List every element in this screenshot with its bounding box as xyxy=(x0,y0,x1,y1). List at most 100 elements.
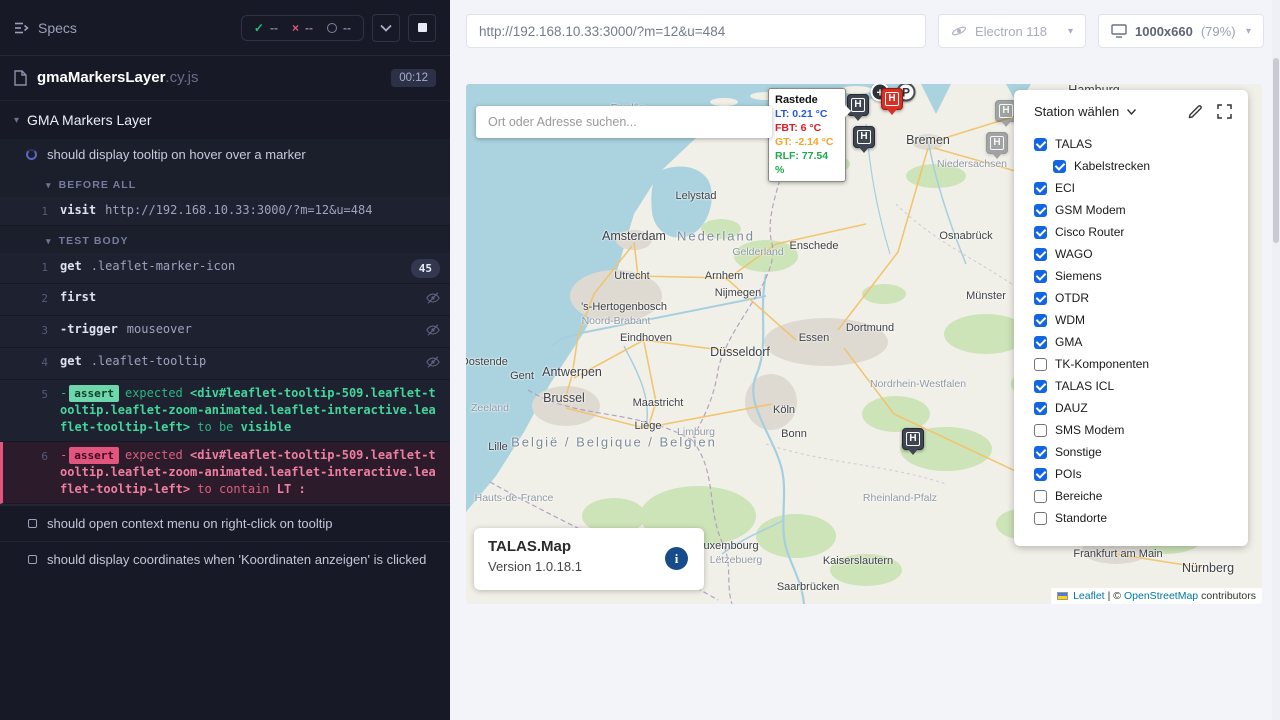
command-trigger[interactable]: 3-triggermouseover xyxy=(0,316,450,348)
layer-checkbox-wdm[interactable]: WDM xyxy=(1014,309,1248,331)
info-button[interactable]: i xyxy=(665,547,688,570)
checkbox-unchecked-icon[interactable] xyxy=(1034,358,1047,371)
layer-checkbox-bereiche[interactable]: Bereiche xyxy=(1014,485,1248,507)
checkbox-checked-icon[interactable] xyxy=(1034,402,1047,415)
checkbox-checked-icon[interactable] xyxy=(1034,226,1047,239)
layer-label: Bereiche xyxy=(1055,489,1102,503)
station-select[interactable]: Station wählen xyxy=(1034,104,1136,119)
page-scrollbar[interactable] xyxy=(1272,0,1280,720)
layer-checkbox-dauz[interactable]: DAUZ xyxy=(1014,397,1248,419)
map-info-card: TALAS.Map Version 1.0.18.1 i xyxy=(474,528,704,590)
layer-checkbox-kabelstrecken[interactable]: Kabelstrecken xyxy=(1014,155,1248,177)
checkbox-checked-icon[interactable] xyxy=(1034,270,1047,283)
spec-header[interactable]: gmaMarkersLayer.cy.js 00:12 xyxy=(0,56,450,101)
checkbox-unchecked-icon[interactable] xyxy=(1034,512,1047,525)
command-args: .leaflet-marker-icon xyxy=(91,259,236,273)
leaflet-link[interactable]: Leaflet xyxy=(1073,590,1105,602)
checkbox-checked-icon[interactable] xyxy=(1034,446,1047,459)
command-first[interactable]: 2first xyxy=(0,284,450,316)
layer-checkbox-siemens[interactable]: Siemens xyxy=(1014,265,1248,287)
command-number: 6 xyxy=(30,447,60,465)
command-number: 1 xyxy=(30,202,60,220)
specs-menu-button[interactable]: Specs xyxy=(14,20,77,36)
test-active[interactable]: should display tooltip on hover over a m… xyxy=(0,139,450,170)
collapse-all-button[interactable] xyxy=(372,14,400,42)
url-bar[interactable] xyxy=(466,14,926,48)
edit-pencil-icon[interactable] xyxy=(1188,104,1203,119)
layer-checkbox-talas[interactable]: TALAS xyxy=(1014,133,1248,155)
command-content: -triggermouseover xyxy=(60,321,426,338)
layer-checkbox-eci[interactable]: ECI xyxy=(1014,177,1248,199)
checkbox-checked-icon[interactable] xyxy=(1034,182,1047,195)
layer-checkbox-wago[interactable]: WAGO xyxy=(1014,243,1248,265)
command-get[interactable]: 4get.leaflet-tooltip xyxy=(0,348,450,380)
station-marker[interactable]: H xyxy=(986,132,1008,154)
station-marker[interactable]: H xyxy=(853,126,875,148)
layer-checkbox-tk-komponenten[interactable]: TK-Komponenten xyxy=(1014,353,1248,375)
chevron-down-icon xyxy=(380,24,392,32)
chevron-down-icon: ▾ xyxy=(14,115,19,126)
command-get[interactable]: 1get.leaflet-marker-icon45 xyxy=(0,253,450,284)
checkbox-checked-icon[interactable] xyxy=(1034,292,1047,305)
fullscreen-expand-icon[interactable] xyxy=(1217,104,1232,119)
test-pending[interactable]: should open context menu on right-click … xyxy=(0,505,450,541)
viewport-zoom: (79%) xyxy=(1201,24,1236,39)
viewport-control[interactable]: 1000x660 (79%) ▾ xyxy=(1098,14,1264,48)
checkbox-unchecked-icon[interactable] xyxy=(1034,424,1047,437)
map-canvas[interactable]: HamburgBremenGroningenFryslânNiedersachs… xyxy=(466,84,1262,604)
stat-failed: ×-- xyxy=(292,21,313,35)
stop-run-button[interactable] xyxy=(408,14,436,42)
command-content: visithttp://192.168.10.33:3000/?m=12&u=4… xyxy=(60,202,440,219)
layer-checkbox-sonstige[interactable]: Sonstige xyxy=(1014,441,1248,463)
layer-checkbox-cisco-router[interactable]: Cisco Router xyxy=(1014,221,1248,243)
map-attribution: Leaflet | © OpenStreetMap contributors xyxy=(1051,588,1262,604)
suite-gma-markers-layer[interactable]: ▾ GMA Markers Layer xyxy=(0,101,450,139)
command-content: -assertexpected <div#leaflet-tooltip-509… xyxy=(60,385,440,436)
layer-checkbox-gsm-modem[interactable]: GSM Modem xyxy=(1014,199,1248,221)
checkbox-checked-icon[interactable] xyxy=(1053,160,1066,173)
layer-label: Siemens xyxy=(1055,269,1102,283)
station-marker[interactable]: H xyxy=(902,428,924,450)
hook-test-body[interactable]: ▾ TEST BODY xyxy=(0,226,450,253)
checkbox-checked-icon[interactable] xyxy=(1034,248,1047,261)
test-pending[interactable]: should display coordinates when 'Koordin… xyxy=(0,541,450,577)
command-assert-passed[interactable]: 5-assertexpected <div#leaflet-tooltip-50… xyxy=(0,380,450,442)
layer-label: Kabelstrecken xyxy=(1074,159,1150,173)
station-marker-alarm[interactable]: H xyxy=(881,88,903,110)
stat-passed: ✓-- xyxy=(254,21,278,35)
command-content: first xyxy=(60,289,426,306)
station-glyph: H xyxy=(999,104,1012,118)
checkbox-checked-icon[interactable] xyxy=(1034,468,1047,481)
cross-icon: × xyxy=(292,21,299,35)
checkbox-checked-icon[interactable] xyxy=(1034,204,1047,217)
aut-header: Electron 118 ▾ 1000x660 (79%) ▾ xyxy=(450,0,1280,62)
chevron-down-icon: ▾ xyxy=(46,236,52,247)
browser-selector[interactable]: Electron 118 ▾ xyxy=(938,14,1086,48)
command-number: 2 xyxy=(30,289,60,307)
checkbox-unchecked-icon[interactable] xyxy=(1034,490,1047,503)
checkbox-checked-icon[interactable] xyxy=(1034,336,1047,349)
layer-checkbox-talas-icl[interactable]: TALAS ICL xyxy=(1014,375,1248,397)
osm-link[interactable]: OpenStreetMap xyxy=(1124,590,1198,602)
tooltip-value-row: FBT: 6 °C xyxy=(775,121,839,135)
layer-label: TALAS ICL xyxy=(1055,379,1114,393)
command-assert-failed[interactable]: 6-assertexpected <div#leaflet-tooltip-50… xyxy=(0,442,450,504)
reporter-header: Specs ✓-- ×-- -- xyxy=(0,0,450,56)
checkbox-checked-icon[interactable] xyxy=(1034,380,1047,393)
test-body-commands: 1get.leaflet-marker-icon452first3-trigge… xyxy=(0,253,450,504)
layer-checkbox-standorte[interactable]: Standorte xyxy=(1014,507,1248,529)
layer-checkbox-otdr[interactable]: OTDR xyxy=(1014,287,1248,309)
pending-tests: should open context menu on right-click … xyxy=(0,505,450,577)
layer-checkbox-pois[interactable]: POIs xyxy=(1014,463,1248,485)
map-search-input[interactable] xyxy=(476,106,772,138)
scrollbar-thumb[interactable] xyxy=(1273,58,1279,243)
layer-checkbox-sms-modem[interactable]: SMS Modem xyxy=(1014,419,1248,441)
spec-file-icon xyxy=(14,70,27,86)
checkbox-checked-icon[interactable] xyxy=(1034,138,1047,151)
station-glyph: H xyxy=(990,136,1003,150)
checkbox-checked-icon[interactable] xyxy=(1034,314,1047,327)
layer-checkbox-gma[interactable]: GMA xyxy=(1014,331,1248,353)
hook-before-all[interactable]: ▾ BEFORE ALL xyxy=(0,170,450,197)
monitor-icon xyxy=(1111,24,1127,38)
command-visit[interactable]: 1visithttp://192.168.10.33:3000/?m=12&u=… xyxy=(0,197,450,226)
